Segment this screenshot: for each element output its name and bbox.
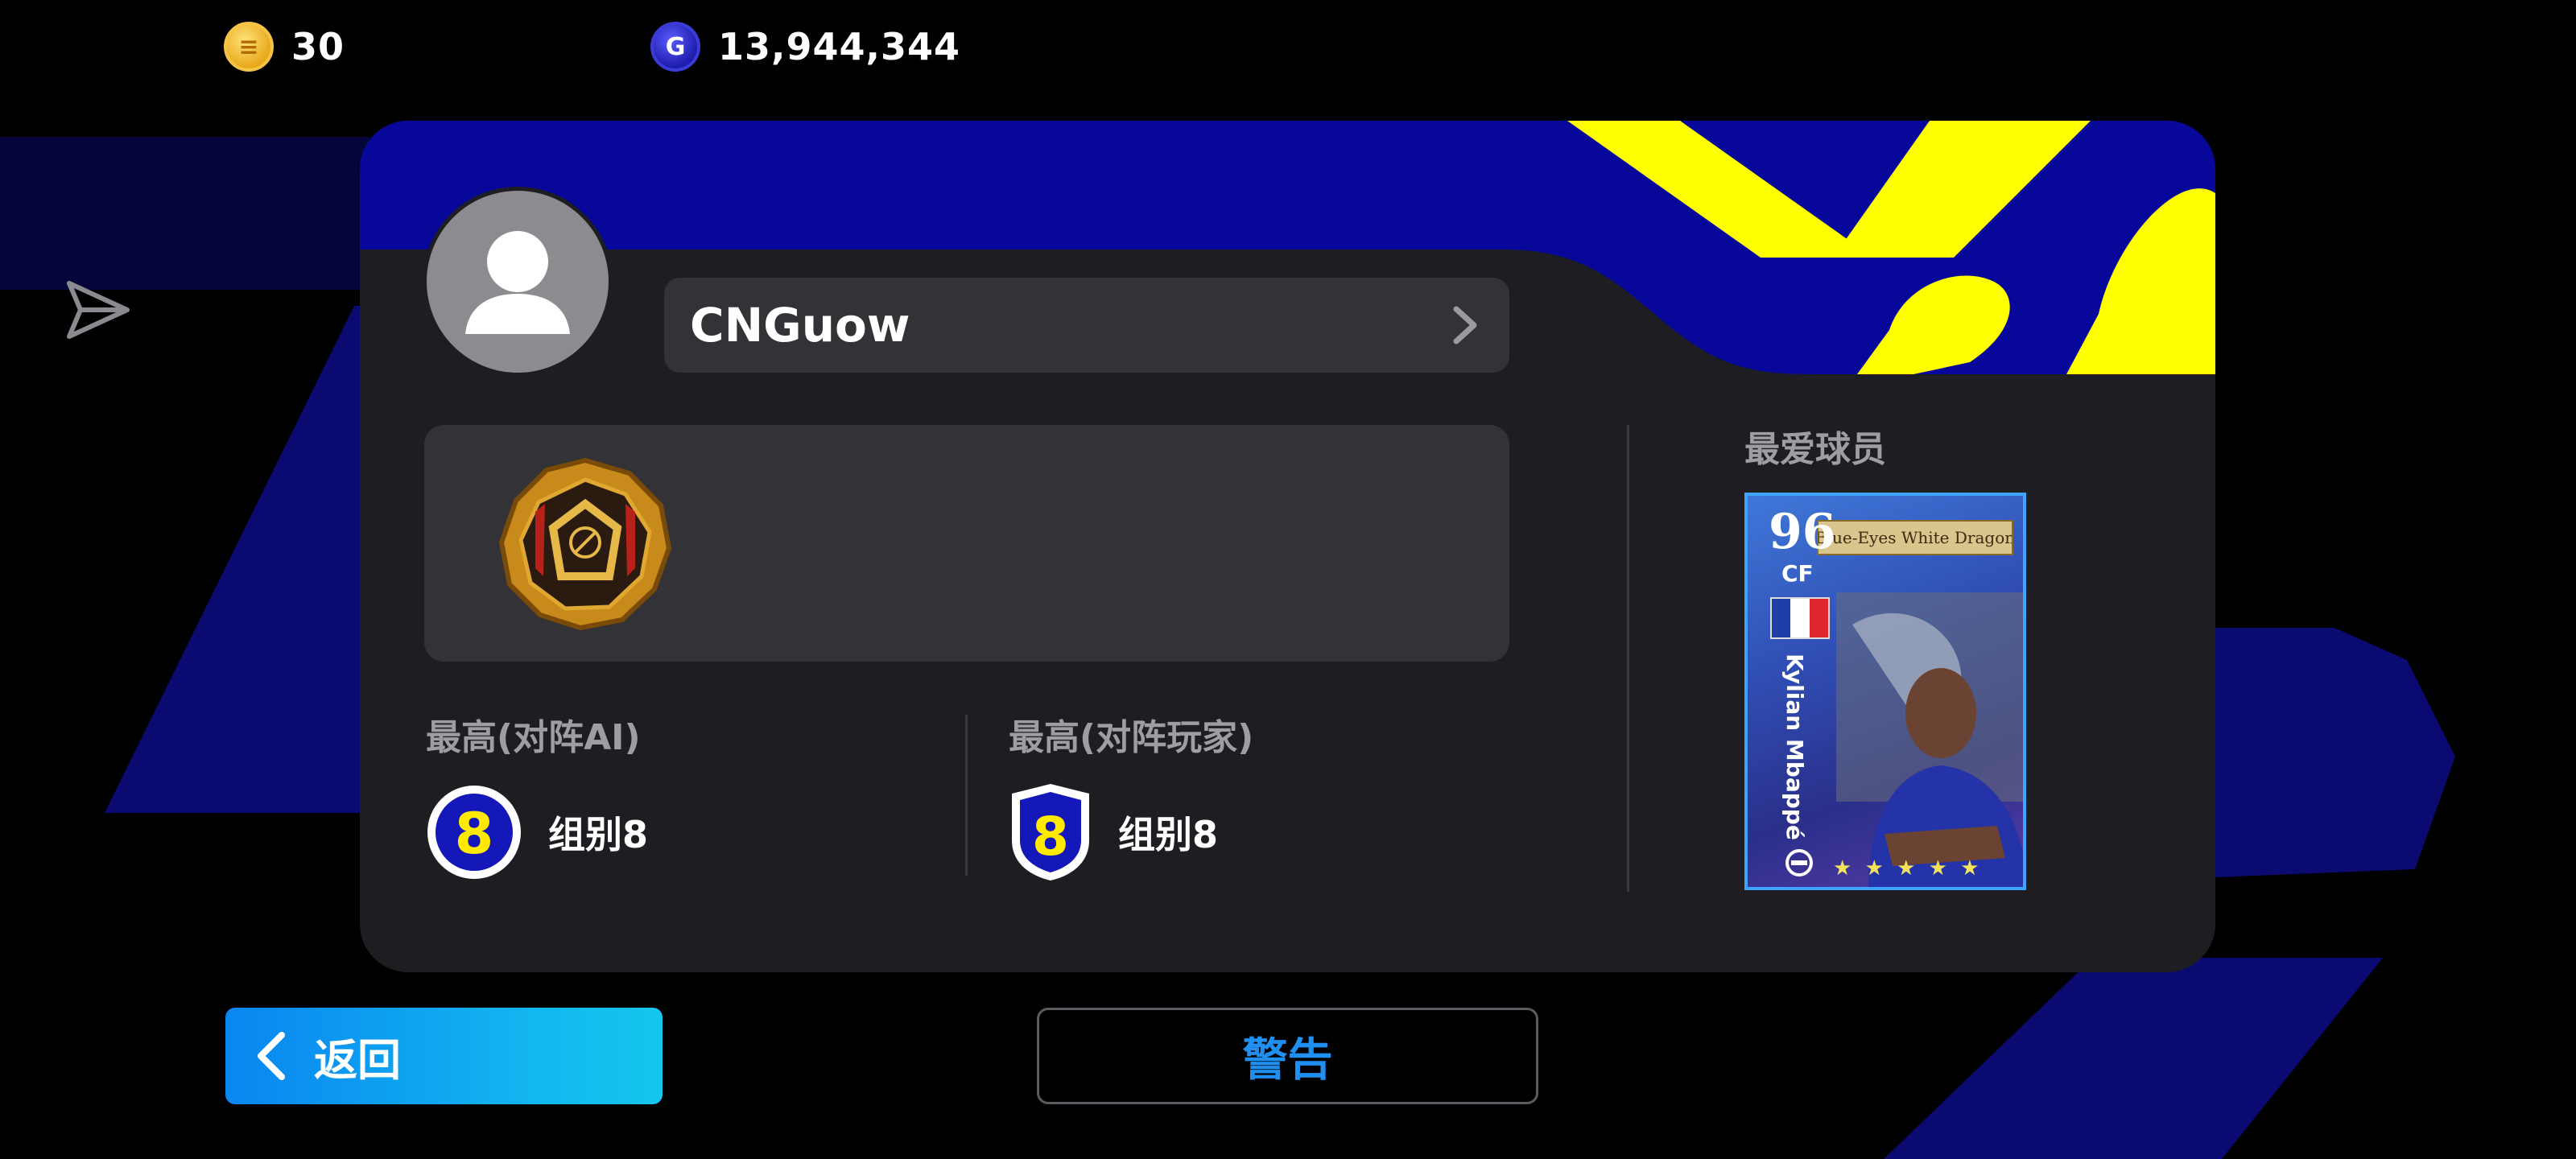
- warn-button-label: 警告: [1242, 1033, 1333, 1087]
- player-portrait: [1836, 592, 2023, 887]
- profile-card: CNGuow 最高(对阵AI) 8 组别8 最高(对阵玩家) 8 组别8 最爱球…: [360, 121, 2215, 972]
- player-position: CF: [1781, 560, 1814, 587]
- warn-button[interactable]: 警告: [1037, 1008, 1538, 1104]
- division-badge-icon: 8: [427, 786, 521, 879]
- rank-vs-ai-badge-number: 8: [455, 801, 494, 867]
- rank-vs-players-title: 最高(对阵玩家): [1009, 717, 1254, 758]
- gp-amount: 13,944,344: [718, 25, 961, 68]
- favorite-player-card[interactable]: Blue-Eyes White Dragon 96 CF Kylian Mbap…: [1744, 493, 2026, 890]
- back-button-label: 返回: [314, 1034, 401, 1086]
- achievement-panel: [424, 425, 1509, 662]
- achievement-emblem-icon: [498, 457, 672, 631]
- france-flag-icon: [1770, 597, 1830, 639]
- rank-vs-ai: 最高(对阵AI) 8 组别8: [426, 708, 648, 882]
- rank-vs-ai-title: 最高(对阵AI): [426, 717, 641, 758]
- player-name: Kylian Mbappé: [1781, 654, 1808, 840]
- divider-vertical: [965, 715, 968, 876]
- back-button[interactable]: 返回: [225, 1008, 663, 1104]
- division-shield-icon: 8: [1012, 784, 1089, 881]
- card-title-strip: Blue-Eyes White Dragon: [1817, 520, 2013, 555]
- avatar[interactable]: [423, 187, 613, 377]
- coin-icon: ≡: [224, 22, 274, 72]
- rank-vs-players: 最高(对阵玩家) 8 组别8: [1009, 708, 1253, 882]
- chevron-left-icon: [258, 1032, 285, 1080]
- rank-vs-players-value: 组别8: [1118, 813, 1219, 856]
- share-icon[interactable]: [63, 274, 135, 346]
- rank-vs-ai-value: 组别8: [548, 813, 649, 856]
- favorite-player-title: 最爱球员: [1744, 429, 1886, 470]
- user-silhouette-icon: [465, 231, 570, 334]
- coin-amount: 30: [291, 25, 345, 68]
- gp-balance: G 13,944,344: [650, 22, 961, 72]
- username: CNGuow: [690, 298, 910, 353]
- coin-balance: ≡ 30: [224, 22, 345, 72]
- divider-vertical: [1627, 425, 1629, 892]
- username-bar[interactable]: CNGuow: [664, 278, 1509, 373]
- gp-icon: G: [650, 22, 700, 72]
- chevron-right-icon: [1453, 306, 1477, 344]
- efootball-logo-icon: [1785, 849, 1813, 876]
- rank-vs-players-badge-number: 8: [1032, 806, 1069, 868]
- player-stars: ★ ★ ★ ★ ★: [1833, 856, 1983, 881]
- player-rating: 96: [1769, 504, 1836, 560]
